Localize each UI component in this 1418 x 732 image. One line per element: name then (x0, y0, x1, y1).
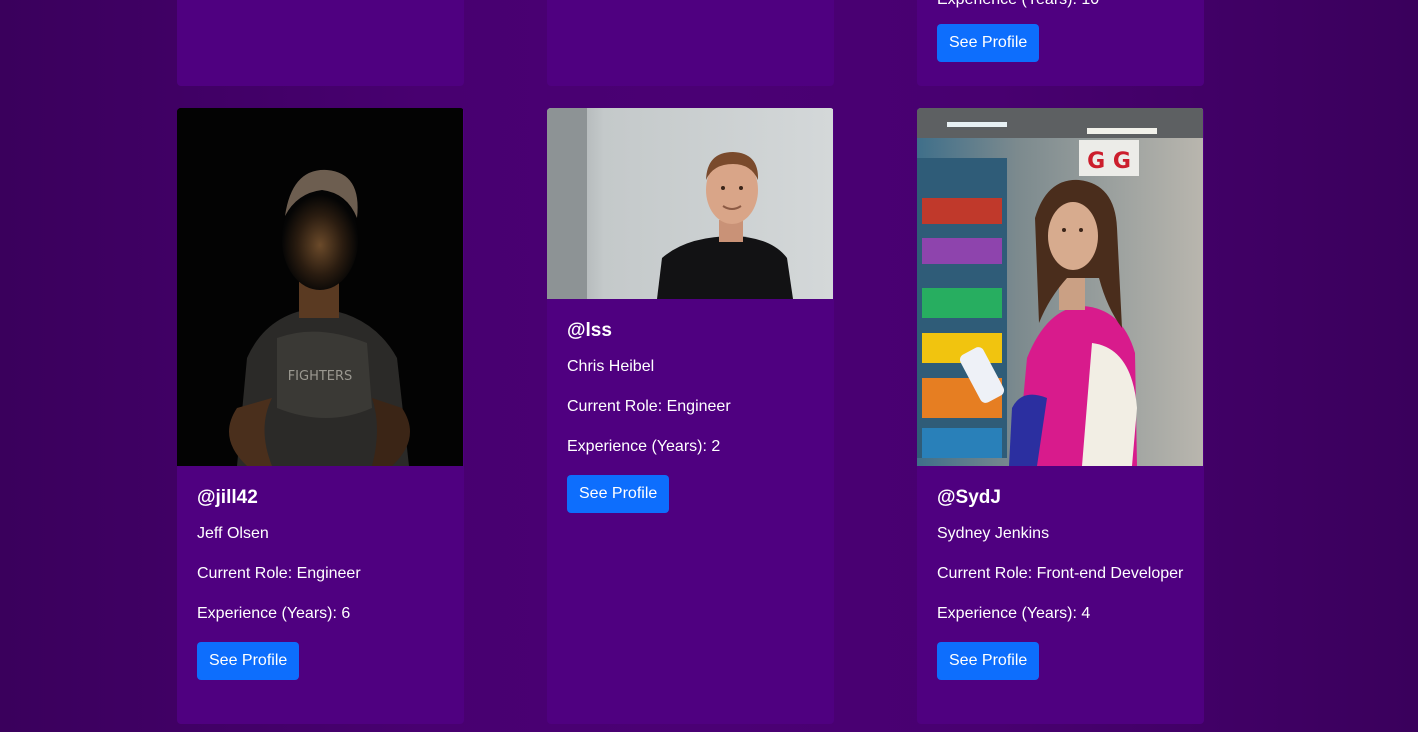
profile-card-top-1 (177, 0, 464, 86)
profile-card: FIGHTERS @jill42 Jeff Olsen Current Role… (177, 108, 464, 724)
see-profile-button[interactable]: See Profile (937, 24, 1040, 62)
card-handle: @SydJ (937, 487, 1001, 508)
see-profile-button[interactable]: See Profile (567, 475, 670, 513)
profile-photo: FIGHTERS (177, 108, 463, 466)
card-name: Chris Heibel (567, 358, 655, 375)
card-name: Jeff Olsen (197, 525, 269, 542)
profile-photo (547, 108, 833, 299)
card-role: Current Role: Engineer (567, 398, 731, 415)
see-profile-button[interactable]: See Profile (197, 642, 300, 680)
card-handle: @jill42 (197, 487, 258, 508)
profile-card-top-2 (547, 0, 834, 86)
svg-text:FIGHTERS: FIGHTERS (288, 369, 353, 384)
svg-text:G G: G G (1087, 149, 1131, 174)
card-name: Sydney Jenkins (937, 525, 1050, 542)
see-profile-button[interactable]: See Profile (937, 642, 1040, 680)
card-experience: Experience (Years): 4 (937, 605, 1091, 622)
card-experience: Experience (Years): 6 (197, 605, 351, 622)
person-photo-image (547, 108, 833, 299)
profile-grid: Experience (Years): 10 See Profile FIGHT… (0, 0, 1418, 732)
profile-card-top-3: Experience (Years): 10 See Profile (917, 0, 1204, 86)
card-handle: @lss (567, 320, 612, 341)
card-role: Current Role: Engineer (197, 565, 361, 582)
card-experience: Experience (Years): 10 (937, 0, 1184, 12)
person-photo-image: FIGHTERS (177, 108, 463, 466)
profile-card: @lss Chris Heibel Current Role: Engineer… (547, 108, 834, 724)
card-role: Current Role: Front-end Developer (937, 565, 1184, 582)
card-experience: Experience (Years): 2 (567, 438, 721, 455)
person-photo-image: G G (917, 108, 1203, 466)
profile-photo: G G (917, 108, 1203, 466)
profile-card: G G @SydJ Sydney Jenkins Current Role: F… (917, 108, 1204, 724)
